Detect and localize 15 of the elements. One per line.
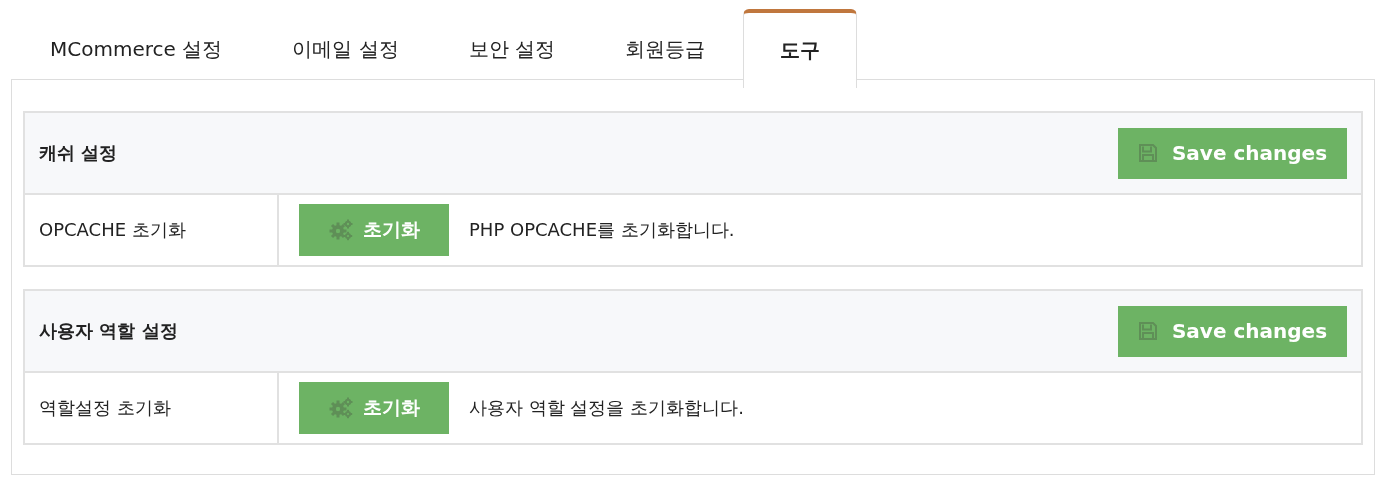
row-label: OPCACHE 초기화: [25, 195, 279, 265]
description: 사용자 역할 설정을 초기화합니다.: [469, 396, 744, 420]
gears-icon: [328, 397, 353, 419]
tab[interactable]: MCommerce 설정: [18, 8, 255, 87]
gears-icon: [328, 219, 353, 241]
tab[interactable]: 회원등급: [592, 8, 737, 87]
save-icon: [1137, 143, 1158, 163]
section-title: 사용자 역할 설정: [39, 319, 178, 343]
description: PHP OPCACHE를 초기화합니다.: [469, 218, 735, 242]
tab[interactable]: 보안 설정: [436, 8, 587, 87]
tab[interactable]: 도구: [742, 9, 857, 88]
row-label: 역할설정 초기화: [25, 373, 279, 443]
tab[interactable]: 이메일 설정: [260, 8, 431, 87]
save-icon: [1137, 321, 1158, 341]
section-title: 캐쉬 설정: [39, 141, 118, 165]
